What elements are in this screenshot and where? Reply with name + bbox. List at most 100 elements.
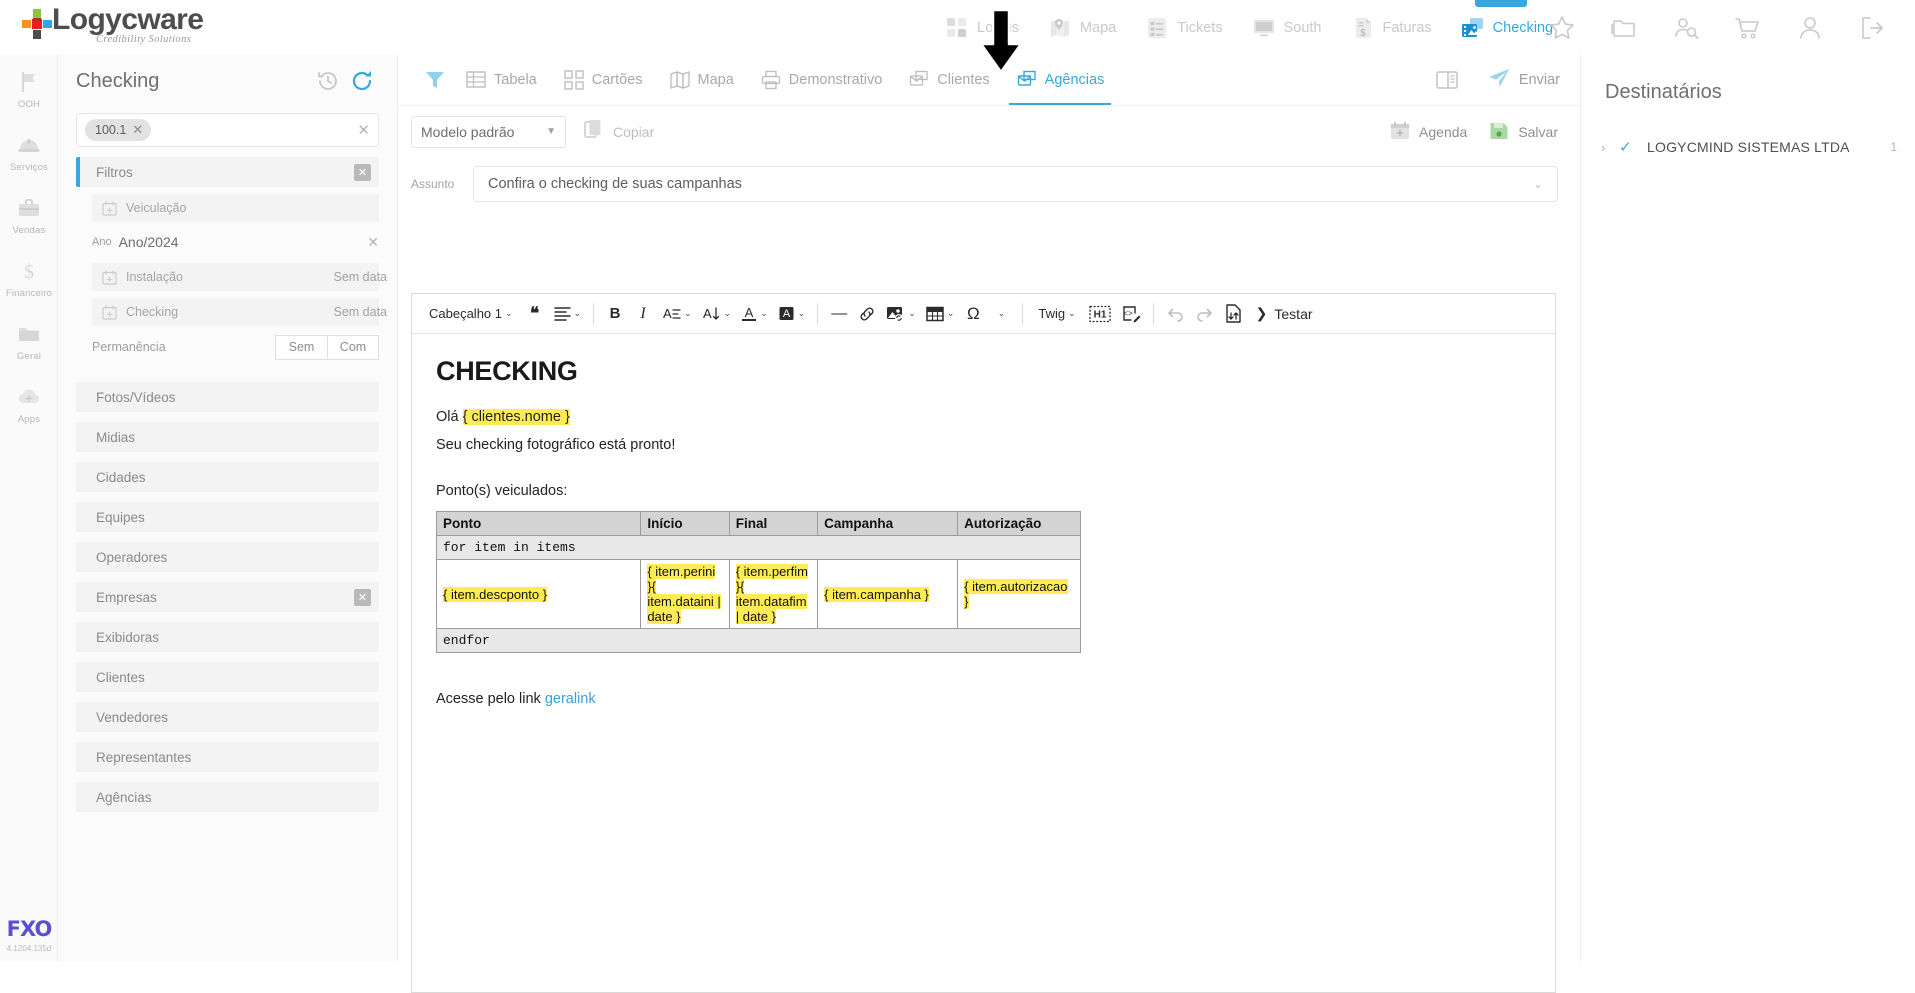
horizontal-rule-button[interactable]: — xyxy=(825,300,853,328)
special-character-button[interactable]: Ω xyxy=(959,300,987,328)
topnav-item-tickets[interactable]: Tickets xyxy=(1130,0,1236,55)
link-icon[interactable] xyxy=(853,300,881,328)
calendar-plus-icon xyxy=(102,304,117,320)
rail-item-financeiro[interactable]: $ Financeiro xyxy=(0,244,58,307)
font-size-button[interactable]: A ⌄ xyxy=(697,300,737,328)
check-icon[interactable]: ✓ xyxy=(1619,138,1647,156)
section-fotos-videos[interactable]: Fotos/Vídeos xyxy=(76,382,379,412)
section-exibidoras[interactable]: Exibidoras xyxy=(76,622,379,652)
redo-icon[interactable] xyxy=(1190,300,1219,328)
svg-text:H1: H1 xyxy=(1093,309,1106,320)
cart-icon[interactable] xyxy=(1719,0,1777,55)
section-cidades[interactable]: Cidades xyxy=(76,462,379,492)
filter-row-instalacao[interactable]: Instalação Sem data xyxy=(92,263,387,291)
close-icon[interactable]: ✕ xyxy=(354,163,371,181)
section-clientes[interactable]: Clientes xyxy=(76,662,379,692)
image-icon[interactable]: ⌄ xyxy=(881,300,921,328)
save-button[interactable]: Salvar xyxy=(1489,121,1558,144)
text-color-button[interactable]: A ⌄ xyxy=(736,300,773,328)
section-operadores[interactable]: Operadores xyxy=(76,542,379,572)
filter-row-checking[interactable]: Checking Sem data xyxy=(92,298,387,326)
undo-icon[interactable] xyxy=(1161,300,1190,328)
topnav-label: Mapa xyxy=(1079,19,1117,36)
user-search-icon[interactable] xyxy=(1657,0,1715,55)
search-input[interactable]: 100.1 ✕ ✕ xyxy=(76,113,379,147)
blockquote-button[interactable]: ❝ xyxy=(521,300,549,328)
rail-item-ooh[interactable]: OOH xyxy=(0,55,58,118)
recipient-row[interactable]: › ✓ LOGYCMIND SISTEMAS LTDA 1 xyxy=(1581,130,1915,164)
rich-text-editor[interactable]: Cabeçalho 1 ⌄ ❝ ⌄ B I A ⌄ A ⌄ A ⌄ A ⌄ — … xyxy=(411,293,1556,993)
bold-button[interactable]: B xyxy=(601,300,629,328)
star-icon[interactable] xyxy=(1533,0,1591,55)
tab-demonstrativo[interactable]: Demonstrativo xyxy=(747,55,895,105)
section-label: Operadores xyxy=(96,549,168,565)
tab-mapa[interactable]: Mapa xyxy=(656,55,747,105)
top-bar: Logycware Credibility Solutions Locais M… xyxy=(0,0,1915,74)
rail-item-vendas[interactable]: Vendas xyxy=(0,181,58,244)
section-equipes[interactable]: Equipes xyxy=(76,502,379,532)
source-code-icon[interactable]: <> xyxy=(1116,300,1146,328)
logout-icon[interactable] xyxy=(1843,0,1901,55)
tab-label: Agências xyxy=(1044,72,1105,88)
table-row: { item.descponto } { item.perini }{ item… xyxy=(435,559,1081,630)
split-layout-icon[interactable] xyxy=(1423,55,1471,105)
filter-row-veiculacao[interactable]: Veiculação xyxy=(92,194,379,222)
chevron-down-icon[interactable]: ⌄ xyxy=(1533,177,1543,191)
user-icon[interactable] xyxy=(1781,0,1839,55)
rail-item-geral[interactable]: Geral xyxy=(0,307,58,370)
send-button[interactable]: Enviar xyxy=(1475,55,1572,105)
permanencia-com-button[interactable]: Com xyxy=(327,334,379,360)
rail-item-servicos[interactable]: Serviços xyxy=(0,118,58,181)
font-family-button[interactable]: A ⌄ xyxy=(657,300,697,328)
section-vendedores[interactable]: Vendedores xyxy=(76,702,379,732)
clear-icon[interactable]: ✕ xyxy=(367,234,379,251)
table-icon[interactable]: ⌄ xyxy=(921,300,960,328)
tab-tabela[interactable]: Tabela xyxy=(452,55,550,105)
section-agencias[interactable]: Agências xyxy=(76,782,379,812)
rail-item-apps[interactable]: Apps xyxy=(0,370,58,433)
search-clear-icon[interactable]: ✕ xyxy=(357,121,370,139)
brand-logo[interactable]: Logycware Credibility Solutions xyxy=(0,0,240,55)
topnav-item-mapa[interactable]: Mapa xyxy=(1033,0,1130,55)
special-character-dropdown[interactable]: ⌄ xyxy=(987,300,1015,328)
logo-cross-icon xyxy=(22,9,52,39)
heading-select[interactable]: Cabeçalho 1 ⌄ xyxy=(421,300,521,328)
email-document-body[interactable]: CHECKING Olá { clientes.nome } Seu check… xyxy=(412,334,1555,739)
refresh-icon[interactable] xyxy=(345,64,379,98)
italic-button[interactable]: I xyxy=(629,300,657,328)
history-clock-icon[interactable] xyxy=(311,64,345,98)
section-filtros[interactable]: Filtros ✕ xyxy=(76,157,379,187)
search-chip[interactable]: 100.1 ✕ xyxy=(85,119,152,141)
subject-input[interactable]: Confira o checking de suas campanhas ⌄ xyxy=(473,166,1558,202)
section-representantes[interactable]: Representantes xyxy=(76,742,379,772)
model-select[interactable]: Modelo padrão ▼ xyxy=(411,115,566,148)
background-color-button[interactable]: A ⌄ xyxy=(773,300,811,328)
geralink-link[interactable]: geralink xyxy=(545,691,596,707)
rail-label: Apps xyxy=(17,414,41,425)
permanencia-sem-button[interactable]: Sem xyxy=(275,334,327,360)
topnav-item-faturas[interactable]: $ Faturas xyxy=(1336,0,1446,55)
copy-button[interactable]: Copiar xyxy=(584,119,654,144)
recipient-count: 1 xyxy=(1890,140,1897,154)
search-chip-remove-icon[interactable]: ✕ xyxy=(132,122,143,138)
twig-menu[interactable]: Twig ⌄ xyxy=(1030,300,1083,328)
import-export-icon[interactable] xyxy=(1219,300,1248,328)
chevron-right-icon[interactable]: › xyxy=(1601,140,1619,155)
filter-value-ano[interactable]: Ano Ano/2024 ✕ xyxy=(92,228,379,256)
tab-cartoes[interactable]: Cartões xyxy=(550,55,656,105)
chevron-down-icon: ⌄ xyxy=(946,308,955,318)
cell-final: { item.perfim }{ item.datafim | date } xyxy=(728,559,819,630)
folder-icon[interactable] xyxy=(1595,0,1653,55)
section-midias[interactable]: Midias xyxy=(76,422,379,452)
test-button[interactable]: ❯ Testar xyxy=(1248,300,1321,328)
section-empresas[interactable]: Empresas ✕ xyxy=(76,582,379,612)
toolbar-separator xyxy=(1152,302,1154,325)
close-icon[interactable]: ✕ xyxy=(354,588,371,606)
align-button[interactable]: ⌄ xyxy=(549,300,587,328)
topnav-item-south[interactable]: South xyxy=(1237,0,1336,55)
svg-text:A: A xyxy=(663,306,672,321)
h1-block-button[interactable]: H1 xyxy=(1084,300,1116,328)
agenda-button[interactable]: Agenda xyxy=(1390,121,1467,144)
filter-funnel-button[interactable] xyxy=(411,55,452,105)
col-inicio: Início xyxy=(640,511,730,537)
